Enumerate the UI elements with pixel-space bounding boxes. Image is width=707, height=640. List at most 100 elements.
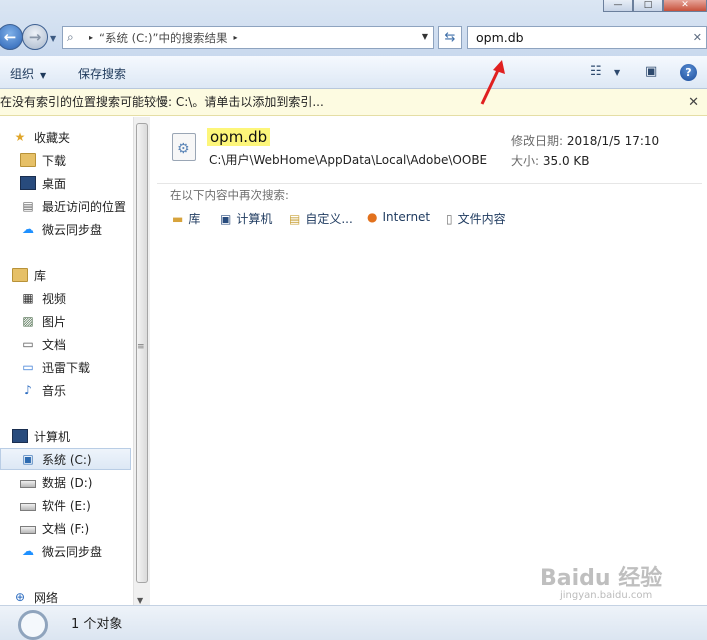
nav-item-recent[interactable]: ▤ 最近访问的位置 [20, 195, 150, 217]
nav-item-downloads[interactable]: 下载 [20, 149, 150, 171]
nav-label: 数据 (D:) [42, 475, 93, 490]
annotation-arrow-icon [480, 60, 505, 105]
address-dropdown-icon[interactable]: ▼ [422, 32, 428, 41]
nav-label: 微云同步盘 [42, 544, 103, 559]
search-input[interactable]: opm.db ✕ [467, 26, 707, 49]
thunder-download-icon: ▭ [22, 360, 34, 374]
scrollbar-thumb[interactable] [136, 123, 148, 583]
search-again-label-text: 文件内容 [457, 212, 506, 226]
breadcrumb-chevron-icon[interactable]: ▸ [227, 33, 243, 42]
nav-item-desktop[interactable]: 桌面 [20, 172, 150, 194]
maximize-button[interactable]: □ [633, 0, 663, 12]
search-again-file-contents[interactable]: ▯ 文件内容 [446, 210, 506, 227]
search-again-label-text: 自定义... [305, 212, 353, 226]
infobar-text: 在没有索引的位置搜索可能较慢: C:\。请单击以添加到索引... [0, 95, 324, 109]
search-again-label-text: 计算机 [236, 212, 273, 226]
search-again-label-text: 库 [188, 212, 201, 226]
clear-search-icon[interactable]: ✕ [693, 27, 702, 48]
watermark-logo: Baidu 经验 [540, 566, 663, 591]
save-search-button[interactable]: 保存搜索 [78, 65, 126, 82]
nav-label: 计算机 [34, 429, 71, 444]
cloud-icon: ☁ [22, 222, 34, 236]
search-again-internet[interactable]: ● Internet [367, 210, 430, 224]
breadcrumb-chevron-icon[interactable]: ▸ [83, 33, 99, 42]
nav-label: 网络 [34, 590, 59, 605]
nav-label: 库 [34, 268, 47, 283]
internet-icon: ● [367, 210, 378, 224]
nav-label: 桌面 [42, 176, 67, 191]
windows-drive-icon: ▣ [22, 452, 34, 466]
history-dropdown-icon[interactable]: ▼ [50, 34, 56, 43]
picture-icon: ▨ [22, 314, 34, 328]
custom-folder-icon: ▤ [289, 211, 301, 226]
nav-item-drive-c[interactable]: ▣ 系统 (C:) [0, 448, 131, 470]
nav-label: 系统 (C:) [42, 452, 92, 467]
music-icon: ♪ [24, 383, 32, 397]
computer-icon: ▣ [220, 211, 232, 226]
drive-icon [20, 502, 36, 511]
nav-item-music[interactable]: ♪ 音乐 [20, 379, 150, 401]
nav-item-documents[interactable]: ▭ 文档 [20, 333, 150, 355]
library-folder-icon: ▬ [172, 211, 184, 226]
nav-item-drive-d[interactable]: 数据 (D:) [20, 471, 150, 493]
nav-label: 微云同步盘 [42, 222, 103, 237]
search-input-value: opm.db [476, 30, 524, 45]
nav-item-videos[interactable]: ▦ 视频 [20, 287, 150, 309]
organize-label: 组织 [10, 67, 35, 81]
desktop-icon [20, 176, 36, 190]
nav-item-pictures[interactable]: ▨ 图片 [20, 310, 150, 332]
search-again-computer[interactable]: ▣ 计算机 [220, 210, 272, 227]
result-size: 大小: 35.0 KB [511, 152, 590, 169]
nav-scrollbar[interactable]: ≡ ▼ [133, 117, 150, 605]
watermark-url: jingyan.baidu.com [560, 590, 653, 601]
view-options-icon[interactable]: ☷ [590, 64, 602, 79]
file-contents-icon: ▯ [446, 211, 453, 226]
download-folder-icon [20, 153, 36, 167]
command-toolbar: 组织 ▼ 保存搜索 ☷ ▼ ▣ ? [0, 56, 707, 89]
nav-network-header[interactable]: ⊕ 网络 [12, 586, 145, 605]
nav-label: 视频 [42, 291, 67, 306]
nav-computer-header[interactable]: 计算机 [12, 425, 145, 447]
minimize-button[interactable]: — [603, 0, 633, 12]
forward-button[interactable]: → [22, 24, 48, 50]
nav-label: 收藏夹 [34, 130, 71, 145]
organize-button[interactable]: 组织 ▼ [10, 65, 46, 82]
nav-label: 迅雷下载 [42, 360, 91, 375]
star-icon: ★ [14, 130, 26, 144]
item-count: 1 个对象 [71, 617, 123, 632]
nav-libraries-header[interactable]: 库 [12, 264, 145, 286]
search-icon: ⌕ [67, 30, 74, 44]
search-again-custom[interactable]: ▤ 自定义... [289, 210, 353, 227]
nav-item-drive-f[interactable]: 文档 (F:) [20, 517, 150, 539]
nav-item-weiyun-drive[interactable]: ☁ 微云同步盘 [20, 540, 150, 562]
result-file-name[interactable]: opm.db [207, 128, 271, 146]
search-again-label: 在以下内容中再次搜索: [170, 188, 289, 202]
index-infobar[interactable]: 在没有索引的位置搜索可能较慢: C:\。请单击以添加到索引... ✕ [0, 89, 707, 116]
address-field[interactable]: ⌕ ▸ “系统 (C:)”中的搜索结果 ▸ ▼ [62, 26, 434, 49]
close-button[interactable]: ✕ [663, 0, 707, 12]
nav-label: 图片 [42, 314, 67, 329]
nav-label: 文档 (F:) [42, 521, 90, 536]
address-bar-area: — □ ✕ ← → ▼ ⌕ ▸ “系统 (C:)”中的搜索结果 ▸ ▼ ⇆ op… [0, 0, 707, 56]
refresh-button[interactable]: ⇆ [438, 26, 462, 49]
size-label: 大小: [511, 154, 540, 168]
nav-item-drive-e[interactable]: 软件 (E:) [20, 494, 150, 516]
result-modified: 修改日期: 2018/1/5 17:10 [511, 132, 659, 149]
search-again-libraries[interactable]: ▬ 库 [172, 210, 200, 227]
help-icon[interactable]: ? [680, 64, 697, 81]
back-button[interactable]: ← [0, 24, 23, 50]
computer-icon [12, 429, 28, 443]
nav-item-thunder[interactable]: ▭ 迅雷下载 [20, 356, 150, 378]
close-infobar-icon[interactable]: ✕ [688, 89, 699, 116]
nav-favorites-header[interactable]: ★ 收藏夹 [12, 126, 145, 148]
scroll-down-icon[interactable]: ▼ [137, 596, 143, 605]
drive-icon [20, 479, 36, 488]
breadcrumb-path[interactable]: “系统 (C:)”中的搜索结果 [99, 30, 227, 46]
nav-item-weiyun[interactable]: ☁ 微云同步盘 [20, 218, 150, 240]
modified-value: 2018/1/5 17:10 [566, 134, 660, 148]
preview-pane-icon[interactable]: ▣ [645, 64, 657, 79]
view-dropdown-icon[interactable]: ▼ [614, 68, 620, 77]
divider [157, 183, 702, 184]
nav-label: 软件 (E:) [42, 498, 91, 513]
db-file-icon[interactable]: ⚙ [172, 133, 196, 161]
